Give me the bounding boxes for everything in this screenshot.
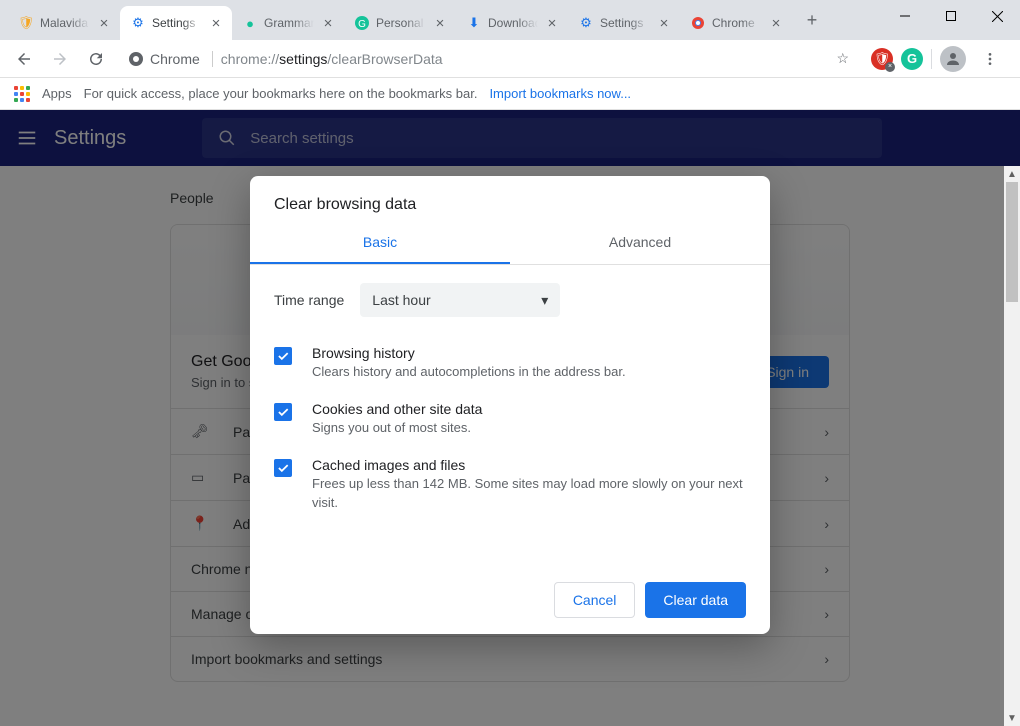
- close-icon[interactable]: ×: [432, 15, 448, 31]
- time-range-select[interactable]: Last hour ▾: [360, 283, 560, 317]
- apps-label[interactable]: Apps: [42, 86, 72, 101]
- close-window-button[interactable]: [974, 0, 1020, 32]
- clear-browsing-data-dialog: Clear browsing data Basic Advanced Time …: [250, 176, 770, 634]
- apps-icon[interactable]: [14, 86, 30, 102]
- time-range-label: Time range: [274, 292, 344, 308]
- dialog-actions: Cancel Clear data: [250, 582, 770, 618]
- checkbox-checked[interactable]: [274, 403, 292, 421]
- bookmarks-bar: Apps For quick access, place your bookma…: [0, 78, 1020, 110]
- option-desc: Clears history and autocompletions in th…: [312, 363, 626, 381]
- gear-icon: ⚙: [578, 15, 594, 31]
- tab-0[interactable]: 🛡 Malavida ×: [8, 6, 120, 40]
- close-icon[interactable]: ×: [96, 15, 112, 31]
- close-icon[interactable]: ×: [656, 15, 672, 31]
- chevron-down-icon: ▾: [541, 292, 548, 309]
- profile-button[interactable]: [940, 46, 966, 72]
- minimize-button[interactable]: [882, 0, 928, 32]
- gear-icon: ⚙: [130, 15, 146, 31]
- option-cookies[interactable]: Cookies and other site data Signs you ou…: [250, 391, 770, 447]
- vertical-scrollbar[interactable]: ▲ ▼: [1004, 166, 1020, 726]
- dialog-tabs: Basic Advanced: [250, 222, 770, 265]
- close-icon[interactable]: ×: [544, 15, 560, 31]
- scroll-up-icon[interactable]: ▲: [1004, 166, 1020, 182]
- chrome-icon: [690, 15, 706, 31]
- import-bookmarks-link[interactable]: Import bookmarks now...: [489, 86, 631, 101]
- url-display: chrome://settings/clearBrowserData: [221, 51, 443, 67]
- tab-3[interactable]: G Personal ×: [344, 6, 456, 40]
- tab-strip: 🛡 Malavida × ⚙ Settings × ● Grammarly × …: [0, 0, 826, 40]
- tab-1[interactable]: ⚙ Settings ×: [120, 6, 232, 40]
- back-button[interactable]: [8, 43, 40, 75]
- tab-4[interactable]: ⬇ Downloads ×: [456, 6, 568, 40]
- extension-adblock-icon[interactable]: 🛡×: [871, 48, 893, 70]
- tab-label: Malavida: [40, 16, 90, 30]
- svg-text:G: G: [358, 19, 366, 30]
- close-icon[interactable]: ×: [768, 15, 784, 31]
- tab-label: Personal: [376, 16, 426, 30]
- option-desc: Frees up less than 142 MB. Some sites ma…: [312, 475, 746, 511]
- close-icon[interactable]: ×: [208, 15, 224, 31]
- tab-2[interactable]: ● Grammarly ×: [232, 6, 344, 40]
- tab-label: Settings: [600, 16, 650, 30]
- shield-icon: 🛡: [18, 15, 34, 31]
- tab-basic[interactable]: Basic: [250, 222, 510, 264]
- tab-label: Downloads: [488, 16, 538, 30]
- checkbox-checked[interactable]: [274, 459, 292, 477]
- browser-toolbar: Chrome chrome://settings/clearBrowserDat…: [0, 40, 1020, 78]
- option-title: Browsing history: [312, 345, 626, 361]
- reload-button[interactable]: [80, 43, 112, 75]
- option-cache[interactable]: Cached images and files Frees up less th…: [250, 447, 770, 521]
- maximize-button[interactable]: [928, 0, 974, 32]
- option-title: Cookies and other site data: [312, 401, 482, 417]
- select-value: Last hour: [372, 292, 430, 308]
- bookmark-star-icon[interactable]: ☆: [836, 50, 849, 67]
- divider: [931, 49, 932, 69]
- download-icon: ⬇: [466, 15, 482, 31]
- close-icon[interactable]: ×: [320, 15, 336, 31]
- clear-data-button[interactable]: Clear data: [645, 582, 746, 618]
- toolbar-actions: 🛡× G: [865, 43, 1012, 75]
- scroll-down-icon[interactable]: ▼: [1004, 710, 1020, 726]
- dialog-title: Clear browsing data: [250, 176, 770, 222]
- grammarly-icon: G: [354, 15, 370, 31]
- chrome-badge: Chrome: [128, 51, 213, 67]
- window-controls: [882, 0, 1020, 40]
- cancel-button[interactable]: Cancel: [554, 582, 636, 618]
- omnibox[interactable]: Chrome chrome://settings/clearBrowserDat…: [116, 44, 861, 74]
- time-range-row: Time range Last hour ▾: [250, 265, 770, 335]
- window-titlebar: 🛡 Malavida × ⚙ Settings × ● Grammarly × …: [0, 0, 1020, 40]
- checkbox-checked[interactable]: [274, 347, 292, 365]
- bookmarks-hint: For quick access, place your bookmarks h…: [84, 86, 478, 101]
- option-title: Cached images and files: [312, 457, 746, 473]
- tab-label: Settings: [152, 16, 202, 30]
- tab-advanced[interactable]: Advanced: [510, 222, 770, 264]
- scroll-thumb[interactable]: [1006, 182, 1018, 302]
- tab-6[interactable]: Chrome ×: [680, 6, 792, 40]
- menu-button[interactable]: [974, 43, 1006, 75]
- forward-button[interactable]: [44, 43, 76, 75]
- grammarly-icon: ●: [242, 15, 258, 31]
- new-tab-button[interactable]: +: [798, 6, 826, 34]
- tab-label: Grammarly: [264, 16, 314, 30]
- chrome-icon: [128, 51, 144, 67]
- option-desc: Signs you out of most sites.: [312, 419, 482, 437]
- option-browsing-history[interactable]: Browsing history Clears history and auto…: [250, 335, 770, 391]
- chrome-label: Chrome: [150, 51, 200, 67]
- extension-grammarly-icon[interactable]: G: [901, 48, 923, 70]
- tab-5[interactable]: ⚙ Settings ×: [568, 6, 680, 40]
- tab-label: Chrome: [712, 16, 762, 30]
